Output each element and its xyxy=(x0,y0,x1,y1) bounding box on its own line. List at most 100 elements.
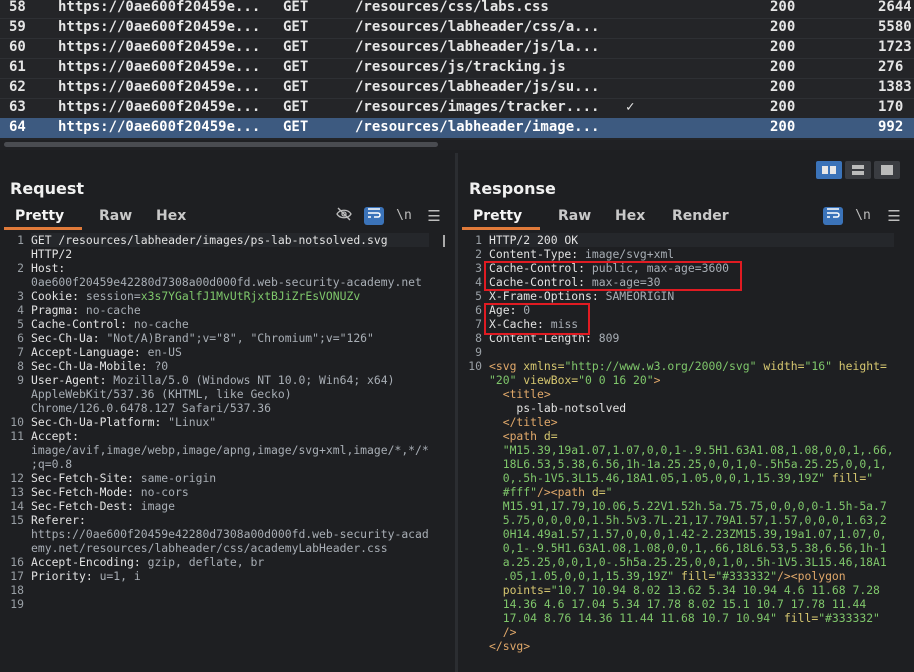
line-number xyxy=(458,555,482,569)
code-token: viewBox= xyxy=(516,373,579,387)
tab-pretty[interactable]: Pretty xyxy=(473,208,522,224)
line-number: 5 xyxy=(17,317,24,331)
code-token: ps-lab-notsolved xyxy=(489,401,627,415)
code-line: 17.04 8.76 14.36 11.44 11.68 10.7 10.94"… xyxy=(489,611,894,625)
code-token: Referer: xyxy=(31,513,93,527)
line-number xyxy=(0,387,24,401)
code-token: AppleWebKit/537.36 (KHTML, like Gecko) xyxy=(31,387,292,401)
cell-url: /resources/labheader/js/su... xyxy=(355,79,600,95)
single-view-icon[interactable] xyxy=(874,161,900,179)
tab-pretty[interactable]: Pretty xyxy=(15,208,64,224)
code-line: Sec-Fetch-Dest: image xyxy=(31,499,429,513)
response-code[interactable]: HTTP/2 200 OK Content-Type: image/svg+xml… xyxy=(489,233,894,653)
code-token: a.25.25,0,0,1,0-.5h5a.25.25,0,0,1,0,.5h-… xyxy=(489,555,887,569)
line-number: 14 xyxy=(10,499,24,513)
code-token: 14.36 4.6 17.04 5.34 17.78 8.02 15.1 10.… xyxy=(489,597,867,611)
line-number xyxy=(458,443,482,457)
active-tab-indicator xyxy=(4,227,82,230)
line-number xyxy=(458,569,482,583)
code-token: Sec-Ch-Ua-Mobile: xyxy=(31,359,155,373)
code-token: SAMEORIGIN xyxy=(605,289,675,303)
cell-status: 200 xyxy=(770,79,796,95)
cell-num: 61 xyxy=(9,59,26,75)
cell-status: 200 xyxy=(770,39,796,55)
line-number: 3 xyxy=(475,261,482,275)
table-row[interactable]: 61 https://0ae600f20459e... GET/resources/… xyxy=(0,58,914,78)
code-token: x3s7YGalfJ1MvUtRjxtBJiZrEsVONUZv xyxy=(140,289,361,303)
code-token: ?0 xyxy=(154,359,169,373)
code-token: <title> xyxy=(489,387,551,401)
tab-hex[interactable]: Hex xyxy=(156,208,186,224)
cell-status: 200 xyxy=(770,99,796,115)
cell-host: https://0ae600f20459e... xyxy=(58,99,261,115)
cell-method: GET xyxy=(283,39,309,55)
tab-raw[interactable]: Raw xyxy=(99,208,132,224)
code-token: no-cache xyxy=(133,317,189,331)
code-token: "Not/A)Brand";v="8", "Chromium";v="126" xyxy=(106,331,374,345)
history-horizontal-scrollbar[interactable] xyxy=(0,140,914,150)
code-line: HTTP/2 xyxy=(31,247,429,261)
tab-render[interactable]: Render xyxy=(672,208,729,224)
cell-host: https://0ae600f20459e... xyxy=(58,39,261,55)
text-cursor xyxy=(443,235,445,247)
code-line: "M15.39,19a1.07,1.07,0,0,1-.9.5H1.63A1.0… xyxy=(489,443,894,457)
menu-icon[interactable]: ☰ xyxy=(884,207,904,225)
code-line: <title> xyxy=(489,387,894,401)
code-line: https://0ae600f20459e42280d7308a00d000fd… xyxy=(31,527,429,541)
code-token: " xyxy=(866,471,874,485)
cell-method: GET xyxy=(283,119,309,135)
table-row[interactable]: 63 https://0ae600f20459e... GET/resources/… xyxy=(0,98,914,118)
code-line: Sec-Ch-Ua-Platform: "Linux" xyxy=(31,415,429,429)
menu-icon[interactable]: ☰ xyxy=(424,207,444,225)
line-number xyxy=(458,457,482,471)
code-token: Cookie: xyxy=(31,289,86,303)
code-line: Sec-Ch-Ua: "Not/A)Brand";v="8", "Chromiu… xyxy=(31,331,429,345)
code-token: ;q=0.8 xyxy=(31,457,73,471)
layout-view-buttons xyxy=(816,161,900,179)
cell-num: 63 xyxy=(9,99,26,115)
wrap-icon[interactable] xyxy=(364,207,384,225)
code-line: 0ae600f20459e42280d7308a00d000fd.web-sec… xyxy=(31,275,429,289)
request-editor[interactable]: 1 2 3 4 5 6 7 8 9 10 11 12 13 14 15 16 17 18 19 GET /resou… xyxy=(0,233,455,672)
code-line: /> xyxy=(489,625,894,639)
code-token: /> xyxy=(489,625,517,639)
table-row[interactable]: 60 https://0ae600f20459e... GET/resources/… xyxy=(0,38,914,58)
code-token: Accept-Language: xyxy=(31,345,148,359)
active-tab-indicator xyxy=(462,227,540,230)
newline-icon[interactable]: \n xyxy=(853,207,873,225)
code-line: Content-Type: image/svg+xml xyxy=(489,247,894,261)
code-line: Cookie: session=x3s7YGalfJ1MvUtRjxtBJiZr… xyxy=(31,289,429,303)
code-line: Pragma: no-cache xyxy=(31,303,429,317)
code-token: 809 xyxy=(598,331,620,345)
scrollbar-thumb[interactable] xyxy=(4,142,438,147)
table-row[interactable]: 64 https://0ae600f20459e... GET/resources/… xyxy=(0,118,914,138)
newline-icon[interactable]: \n xyxy=(394,207,414,225)
table-row[interactable]: 62 https://0ae600f20459e... GET/resources/… xyxy=(0,78,914,98)
cell-url: /resources/labheader/js/la... xyxy=(355,39,600,55)
line-number xyxy=(458,429,482,443)
table-row[interactable]: 58 https://0ae600f20459e... GET/resources/… xyxy=(0,0,914,18)
code-token: points= xyxy=(489,583,551,597)
code-token: <svg xyxy=(489,359,524,373)
eye-slash-icon[interactable] xyxy=(334,207,354,225)
line-number xyxy=(458,625,482,639)
response-editor[interactable]: 1 2 3 4 5 6 7 8 9 10 HTTP/2 200 OK Content-Type: i… xyxy=(458,233,914,672)
split-horizontal-view-icon[interactable] xyxy=(816,161,842,179)
wrap-icon[interactable] xyxy=(823,207,843,225)
cell-length: 2644 xyxy=(878,0,912,15)
tab-hex[interactable]: Hex xyxy=(615,208,645,224)
code-token: "20" xyxy=(489,373,517,387)
split-vertical-view-icon[interactable] xyxy=(845,161,871,179)
tab-raw[interactable]: Raw xyxy=(558,208,591,224)
code-token: "M15.39,19a1.07,1.07,0,0,1-.9.5H1.63A1.0… xyxy=(489,443,894,457)
cell-length: 1723 xyxy=(878,39,912,55)
request-code[interactable]: GET /resources/labheader/images/ps-lab-n… xyxy=(31,233,429,611)
table-row[interactable]: 59 https://0ae600f20459e... GET/resources/… xyxy=(0,18,914,38)
proxy-history-table: 58 https://0ae600f20459e... GET/resources/… xyxy=(0,0,914,140)
code-line: image/avif,image/webp,image/apng,image/s… xyxy=(31,443,429,457)
code-token: .05,1.05,0,0,1,15.39,19Z" xyxy=(489,569,675,583)
cell-url: /resources/labheader/image... xyxy=(355,119,600,135)
line-number: 15 xyxy=(10,513,24,527)
